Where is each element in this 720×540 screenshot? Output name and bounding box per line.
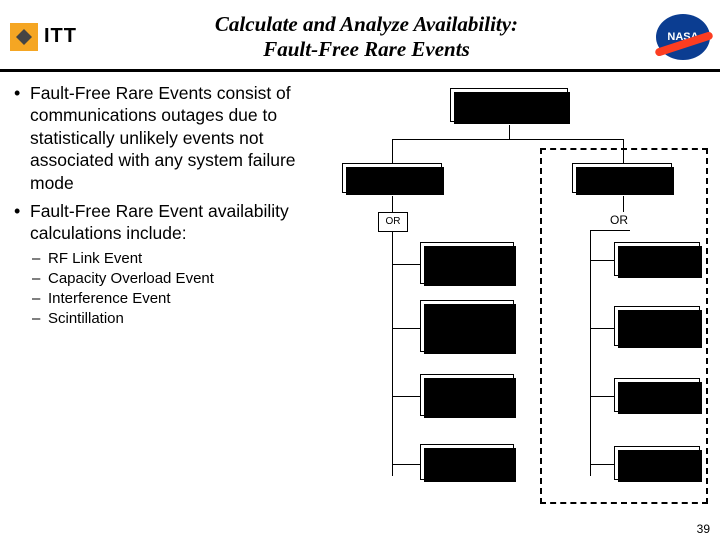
connector [392, 139, 624, 140]
connector [392, 464, 420, 465]
node-scintillation-event: Scintillation Event [614, 446, 700, 480]
connector [590, 260, 614, 261]
connector [392, 264, 420, 265]
bullet-list: Fault-Free Rare Events consist of commun… [12, 82, 304, 330]
connector [392, 196, 393, 212]
connector [392, 232, 393, 476]
connector [590, 396, 614, 397]
node-top: Communications Unavailable for >TCO [450, 88, 568, 122]
itt-logo-text: ITT [44, 25, 77, 48]
node-top-text: Communications Unavailable for >T [462, 92, 546, 115]
text-column: Fault-Free Rare Events consist of commun… [12, 82, 310, 512]
node-fault-free-rare-events: Fault-Free Rare Events [572, 163, 672, 193]
connector [590, 230, 630, 231]
fault-tree-diagram: Communications Unavailable for >TCO Syst… [310, 82, 710, 512]
itt-logo: ITT [10, 23, 77, 51]
title-block: Calculate and Analyze Availability: Faul… [77, 12, 656, 62]
sub-bullet-list: RF Link Event Capacity Overload Event In… [30, 249, 304, 330]
node-system-component-failures: System Component Failures [342, 163, 442, 193]
title-line-1: Calculate and Analyze Availability: [77, 12, 656, 37]
nasa-logo: NASA [656, 14, 710, 60]
sub-bullet-2: Capacity Overload Event [30, 269, 304, 289]
node-capacity-overload-event: Capacity Overlaod Event [614, 306, 700, 346]
connector [392, 139, 393, 163]
node-top-sub: CO [543, 107, 556, 117]
itt-logo-icon [10, 23, 38, 51]
connector [590, 328, 614, 329]
bullet-2-text: Fault-Free Rare Event availability calcu… [30, 201, 289, 243]
or-gate-left: OR [378, 212, 408, 232]
connector [590, 464, 614, 465]
connector [509, 125, 510, 139]
bullet-2: Fault-Free Rare Event availability calcu… [12, 200, 304, 330]
sub-bullet-1: RF Link Event [30, 249, 304, 269]
node-aircraft-station-failure: Aircraft Station Failure Event [420, 374, 514, 416]
connector [392, 328, 420, 329]
connector [590, 230, 591, 476]
or-gate-right: OR [610, 213, 628, 227]
slide-header: ITT Calculate and Analyze Availability: … [0, 0, 720, 72]
node-satellite-failure: Satellite Failure Event [420, 444, 514, 480]
node-satellite-control-equipment-failure: Satellite Control Equipment Failure Even… [420, 300, 514, 352]
sub-bullet-4: Scintillation [30, 309, 304, 329]
title-line-2: Fault-Free Rare Events [77, 37, 656, 62]
bullet-1: Fault-Free Rare Events consist of commun… [12, 82, 304, 194]
node-ground-station-equipment-failure: Ground Station Equipment Failure Event [420, 242, 514, 284]
node-rf-link-event: RF Link Event [614, 242, 700, 276]
node-interference-event: Interference Event [614, 378, 700, 412]
connector [623, 196, 624, 212]
content-area: Fault-Free Rare Events consist of commun… [0, 72, 720, 512]
page-number: 39 [697, 522, 710, 536]
sub-bullet-3: Interference Event [30, 289, 304, 309]
connector [392, 396, 420, 397]
